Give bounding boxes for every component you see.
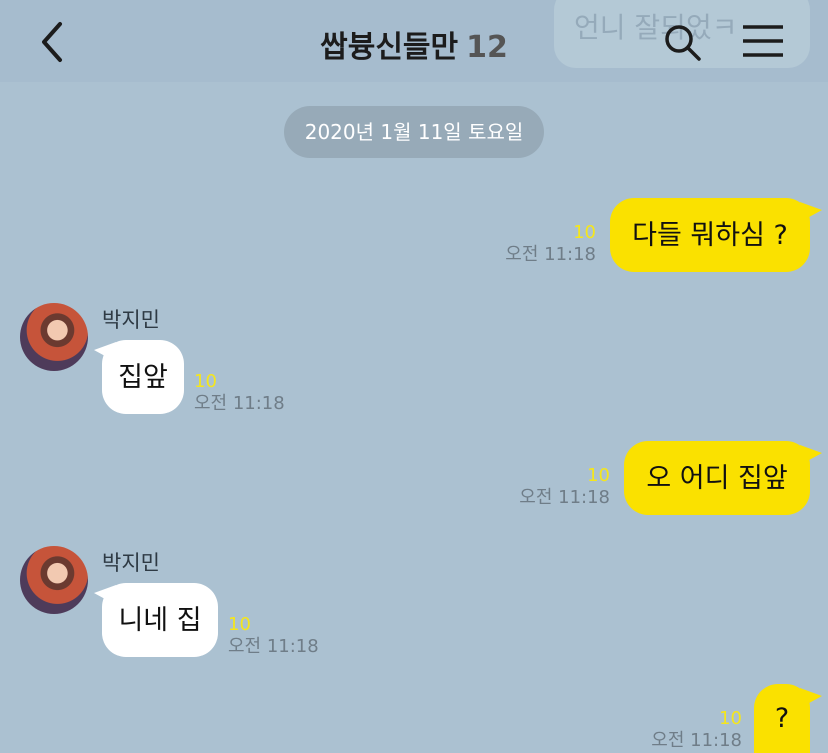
- chat-room-name: 쌉븅신들만: [320, 30, 459, 65]
- avatar[interactable]: [20, 546, 88, 614]
- message-text: 니네 집: [118, 604, 202, 636]
- message-time: 오전 11:18: [228, 636, 319, 657]
- chat-header: 언니 잘되었ㅋ 쌉븅신들만 12: [0, 0, 828, 82]
- bubble-tail: [800, 688, 822, 708]
- message-time: 오전 11:18: [519, 487, 610, 508]
- message-time: 오전 11:18: [505, 244, 596, 265]
- unread-count: 10: [587, 465, 610, 486]
- unread-count: 10: [573, 222, 596, 243]
- date-divider: 2020년 1월 11일 토요일: [284, 106, 544, 158]
- message-text: 집앞: [118, 361, 168, 393]
- search-icon[interactable]: [662, 22, 702, 62]
- menu-icon[interactable]: [742, 24, 784, 58]
- bubble-tail: [800, 202, 822, 222]
- message-text: ?: [774, 703, 790, 734]
- message-meta: 10 오전 11:18: [614, 708, 742, 752]
- their-message-bubble[interactable]: 니네 집: [102, 583, 218, 657]
- unread-count: 10: [719, 708, 742, 729]
- unread-count: 10: [194, 371, 217, 392]
- my-message-bubble[interactable]: 오 어디 집앞: [624, 441, 810, 515]
- chat-title: 쌉븅신들만 12: [0, 22, 828, 66]
- sender-name: 박지민: [102, 308, 160, 332]
- message-time: 오전 11:18: [651, 730, 742, 751]
- member-count: 12: [466, 30, 508, 65]
- message-meta: 10 오전 11:18: [470, 222, 596, 266]
- bubble-tail: [800, 445, 822, 465]
- sender-name: 박지민: [102, 551, 160, 575]
- message-text: 다들 뭐하심 ?: [632, 219, 788, 251]
- my-message-bubble[interactable]: 다들 뭐하심 ?: [610, 198, 810, 272]
- message-meta: 10 오전 11:18: [484, 465, 610, 509]
- their-message-bubble[interactable]: 집앞: [102, 340, 184, 414]
- message-meta: 10 오전 11:18: [228, 614, 348, 658]
- message-text: 오 어디 집앞: [646, 462, 788, 494]
- message-meta: 10 오전 11:18: [194, 371, 314, 415]
- message-time: 오전 11:18: [194, 393, 285, 414]
- avatar[interactable]: [20, 303, 88, 371]
- unread-count: 10: [228, 614, 251, 635]
